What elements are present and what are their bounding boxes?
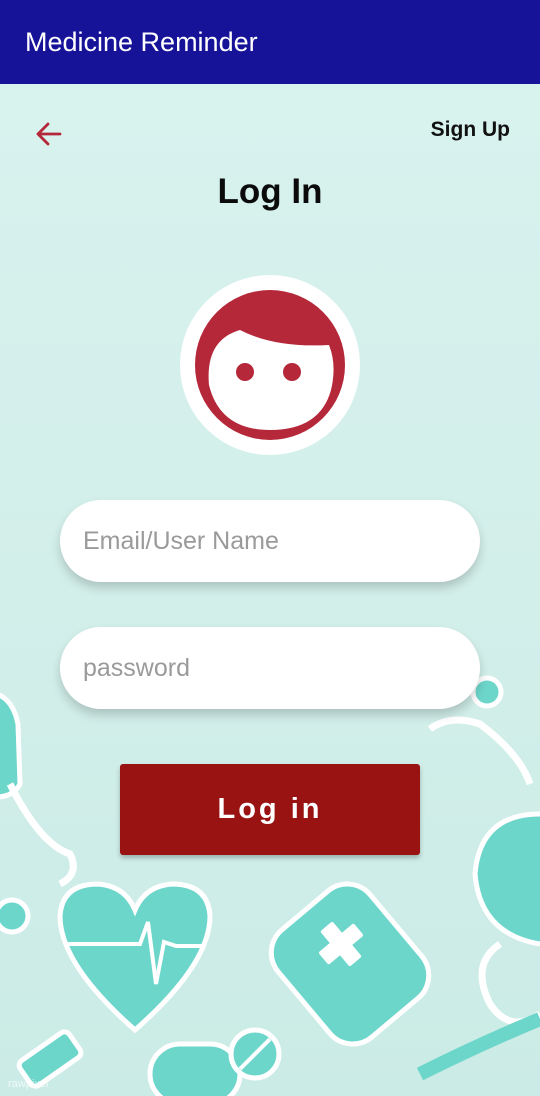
email-field[interactable] bbox=[60, 500, 480, 582]
password-field-container bbox=[60, 627, 480, 709]
watermark: rawpixel bbox=[8, 1078, 49, 1090]
email-field-container bbox=[60, 500, 480, 582]
medical-background-art bbox=[0, 675, 540, 1096]
login-button[interactable]: Log in bbox=[120, 764, 420, 855]
avatar bbox=[180, 275, 360, 455]
password-field[interactable] bbox=[60, 627, 480, 709]
back-button[interactable] bbox=[30, 116, 66, 152]
sign-up-link[interactable]: Sign Up bbox=[431, 118, 510, 142]
app-title: Medicine Reminder bbox=[25, 27, 258, 57]
arrow-left-icon bbox=[36, 122, 62, 146]
login-screen: Sign Up Log In Log in rawpixel bbox=[0, 84, 540, 1096]
face-icon bbox=[195, 290, 345, 440]
page-title: Log In bbox=[217, 172, 323, 211]
app-bar: Medicine Reminder bbox=[0, 0, 540, 84]
